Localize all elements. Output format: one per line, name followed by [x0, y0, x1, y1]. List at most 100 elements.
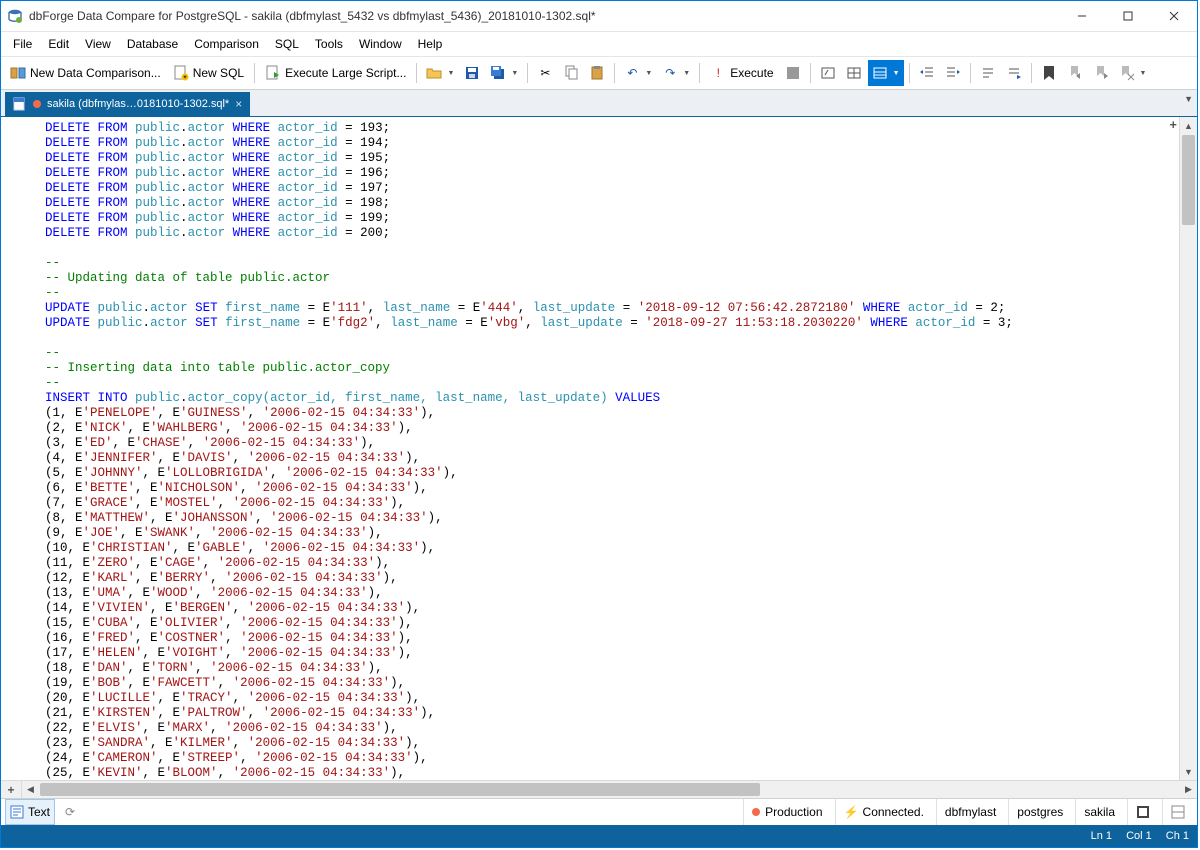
user-label: postgres: [1017, 805, 1063, 819]
environment-cell[interactable]: Production: [743, 799, 830, 825]
modified-dot-icon: [33, 100, 41, 108]
plug-icon: ⚡: [844, 805, 858, 819]
bookmark-icon: [1041, 65, 1057, 81]
outdent-button[interactable]: [915, 60, 939, 86]
server-cell[interactable]: dbfmylast: [936, 799, 1004, 825]
toolbar-label: Execute: [730, 66, 773, 80]
paste-button[interactable]: [585, 60, 609, 86]
uncomment-button[interactable]: [1002, 60, 1026, 86]
statusbar: Ln 1 Col 1 Ch 1: [1, 825, 1197, 847]
minimize-button[interactable]: [1059, 1, 1105, 31]
compare-icon: [10, 65, 26, 81]
redo-button[interactable]: ↷▼: [658, 60, 694, 86]
close-tab-icon[interactable]: ×: [235, 97, 242, 111]
sql-editor[interactable]: +DELETE FROM public.actor WHERE actor_id…: [1, 117, 1179, 780]
text-icon: [10, 805, 24, 819]
save-button[interactable]: [460, 60, 484, 86]
conn-label: Connected.: [863, 805, 924, 819]
menubar: FileEditViewDatabaseComparisonSQLToolsWi…: [1, 32, 1197, 57]
menu-comparison[interactable]: Comparison: [186, 34, 267, 54]
refresh-icon: ⟳: [63, 805, 77, 819]
menu-tools[interactable]: Tools: [307, 34, 351, 54]
clear-bookmarks-button[interactable]: ▼: [1115, 60, 1151, 86]
new-sql-icon: ✦: [173, 65, 189, 81]
stop-button[interactable]: [781, 60, 805, 86]
open-button[interactable]: ▼: [422, 60, 458, 86]
query-profiler-button[interactable]: [816, 60, 840, 86]
text-grid-icon: [872, 65, 888, 81]
split-add-icon[interactable]: +: [1169, 119, 1177, 134]
undo-button[interactable]: ↶▼: [620, 60, 656, 86]
status-ch: Ch 1: [1166, 830, 1189, 842]
menu-edit[interactable]: Edit: [40, 34, 77, 54]
paste-icon: [589, 65, 605, 81]
scroll-left-icon[interactable]: ◀: [22, 781, 39, 798]
redo-icon: ↷: [662, 65, 678, 81]
save-all-button[interactable]: ▼: [486, 60, 522, 86]
scroll-right-icon[interactable]: ▶: [1180, 781, 1197, 798]
db-label: sakila: [1084, 805, 1115, 819]
bookmark-prev-icon: [1067, 65, 1083, 81]
text-view-tab[interactable]: Text: [5, 799, 55, 825]
split-horizontal-button[interactable]: +: [1, 781, 22, 798]
copy-button[interactable]: [559, 60, 583, 86]
layout-button-2[interactable]: [1162, 799, 1193, 825]
tab-overflow-button[interactable]: ▼: [1184, 94, 1193, 104]
cut-button[interactable]: ✂: [533, 60, 557, 86]
menu-view[interactable]: View: [77, 34, 119, 54]
horizontal-scrollbar[interactable]: ◀ ▶: [22, 781, 1197, 798]
text-view-button[interactable]: ▼: [868, 60, 904, 86]
document-tab[interactable]: sakila (dbfmylas…0181010-1302.sql* ×: [5, 92, 250, 116]
tab-label: sakila (dbfmylas…0181010-1302.sql*: [47, 98, 229, 110]
menu-sql[interactable]: SQL: [267, 34, 307, 54]
scroll-down-icon[interactable]: ▼: [1180, 763, 1197, 780]
indent-button[interactable]: [941, 60, 965, 86]
gauge-icon: [820, 65, 836, 81]
comment-button[interactable]: [976, 60, 1000, 86]
menu-file[interactable]: File: [5, 34, 40, 54]
database-cell[interactable]: sakila: [1075, 799, 1123, 825]
menu-window[interactable]: Window: [351, 34, 410, 54]
data-view-button[interactable]: [842, 60, 866, 86]
document-tabbar: sakila (dbfmylas…0181010-1302.sql* × ▼: [1, 90, 1197, 117]
prev-bookmark-button[interactable]: [1063, 60, 1087, 86]
bottom-tab-label: Text: [28, 805, 50, 819]
new-sql-button[interactable]: ✦ New SQL: [168, 60, 249, 86]
close-button[interactable]: [1151, 1, 1197, 31]
next-bookmark-button[interactable]: [1089, 60, 1113, 86]
execute-large-script-button[interactable]: Execute Large Script...: [260, 60, 411, 86]
app-icon: [7, 8, 23, 24]
vertical-scrollbar[interactable]: ▲ ▼: [1179, 117, 1197, 780]
undo-icon: ↶: [624, 65, 640, 81]
scroll-thumb[interactable]: [40, 783, 760, 796]
sql-file-icon: [13, 97, 27, 111]
layout-button-1[interactable]: [1127, 799, 1158, 825]
connection-cell[interactable]: ⚡ Connected.: [835, 799, 932, 825]
cut-icon: ✂: [537, 65, 553, 81]
folder-open-icon: [426, 65, 442, 81]
grid-icon: [846, 65, 862, 81]
copy-icon: [563, 65, 579, 81]
window-title: dbForge Data Compare for PostgreSQL - sa…: [29, 9, 1059, 23]
execute-icon: !: [710, 65, 726, 81]
comment-icon: [980, 65, 996, 81]
env-label: Production: [765, 805, 822, 819]
scroll-up-icon[interactable]: ▲: [1180, 117, 1197, 134]
menu-help[interactable]: Help: [410, 34, 451, 54]
new-data-comparison-button[interactable]: New Data Comparison...: [5, 60, 166, 86]
save-icon: [464, 65, 480, 81]
status-col: Col 1: [1126, 830, 1152, 842]
execute-button[interactable]: ! Execute: [705, 60, 778, 86]
bookmark-clear-icon: [1119, 65, 1135, 81]
bookmark-button[interactable]: [1037, 60, 1061, 86]
user-cell[interactable]: postgres: [1008, 799, 1071, 825]
toolbar-label: New Data Comparison...: [30, 66, 161, 80]
server-label: dbfmylast: [945, 805, 996, 819]
toolbar-label: Execute Large Script...: [285, 66, 406, 80]
refresh-button[interactable]: ⟳: [59, 799, 81, 825]
scroll-thumb[interactable]: [1182, 135, 1195, 225]
toolbar-label: New SQL: [193, 66, 244, 80]
outdent-icon: [919, 65, 935, 81]
maximize-button[interactable]: [1105, 1, 1151, 31]
menu-database[interactable]: Database: [119, 34, 186, 54]
